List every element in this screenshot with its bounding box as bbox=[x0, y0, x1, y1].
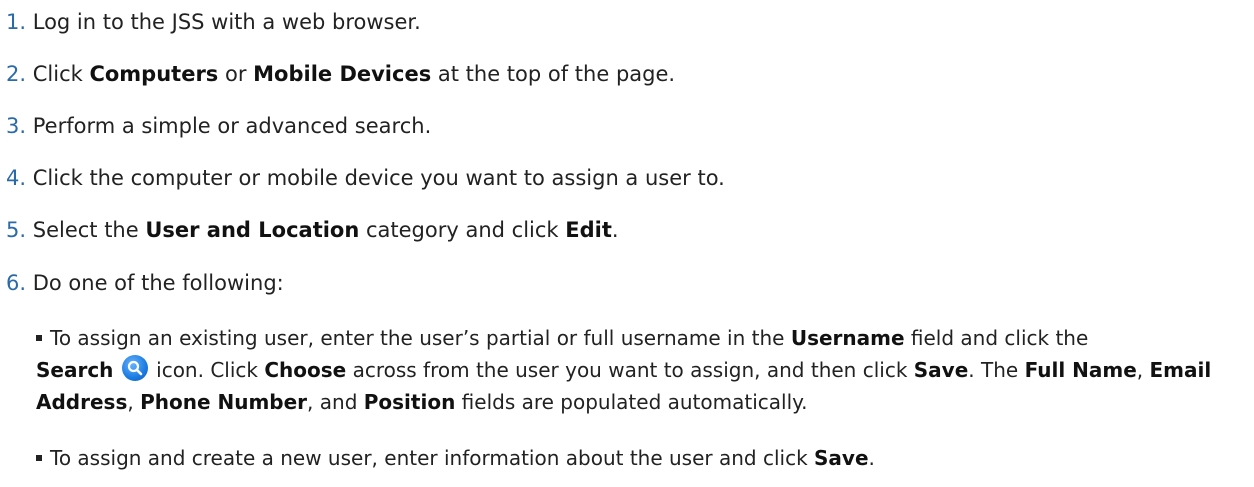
substep-text: . The bbox=[968, 358, 1025, 382]
step-number: 3. bbox=[6, 114, 27, 138]
step-text: Do one of the following: bbox=[32, 271, 284, 295]
substep-new-user: To assign and create a new user, enter i… bbox=[36, 442, 1251, 474]
step-3: 3. Perform a simple or advanced search. bbox=[6, 111, 431, 141]
substep-existing-user: To assign an existing user, enter the us… bbox=[36, 322, 1251, 418]
step-number: 4. bbox=[6, 166, 27, 190]
full-name-term: Full Name bbox=[1024, 358, 1137, 382]
save-term: Save bbox=[913, 358, 969, 382]
step-text: Perform a simple or advanced search. bbox=[32, 114, 432, 138]
substep-text: icon. Click bbox=[149, 358, 265, 382]
square-bullet-icon bbox=[36, 454, 42, 461]
step-text: Click bbox=[32, 62, 90, 86]
computers-term: Computers bbox=[89, 62, 219, 86]
step-text: or bbox=[218, 62, 254, 86]
choose-term: Choose bbox=[264, 358, 347, 382]
substep-text: , bbox=[1136, 358, 1150, 382]
substep-text: , bbox=[127, 390, 141, 414]
square-bullet-icon bbox=[36, 334, 42, 341]
search-icon bbox=[121, 354, 148, 381]
phone-number-term: Phone Number bbox=[140, 390, 308, 414]
username-term: Username bbox=[790, 326, 905, 350]
step-2: 2. Click Computers or Mobile Devices at … bbox=[6, 59, 675, 89]
user-and-location-term: User and Location bbox=[145, 218, 360, 242]
substep-text: field and click the bbox=[904, 326, 1089, 350]
step-text: Click the computer or mobile device you … bbox=[32, 166, 725, 190]
mobile-devices-term: Mobile Devices bbox=[253, 62, 432, 86]
substep-text: To assign an existing user, enter the us… bbox=[50, 326, 791, 350]
substep-text: . bbox=[868, 446, 875, 470]
step-text: category and click bbox=[359, 218, 566, 242]
step-text: at the top of the page. bbox=[431, 62, 676, 86]
edit-term: Edit bbox=[565, 218, 612, 242]
step-number: 1. bbox=[6, 10, 27, 34]
instruction-document: 1. Log in to the JSS with a web browser.… bbox=[0, 0, 1254, 487]
step-text: Select the bbox=[32, 218, 146, 242]
save-term: Save bbox=[814, 446, 869, 470]
substep-text: To assign and create a new user, enter i… bbox=[50, 446, 815, 470]
step-5: 5. Select the User and Location category… bbox=[6, 215, 619, 245]
step-number: 5. bbox=[6, 218, 27, 242]
step-6: 6. Do one of the following: bbox=[6, 268, 284, 298]
step-1: 1. Log in to the JSS with a web browser. bbox=[6, 7, 421, 37]
step-number: 2. bbox=[6, 62, 27, 86]
substep-text: fields are populated automatically. bbox=[455, 390, 808, 414]
step-number: 6. bbox=[6, 271, 27, 295]
substep-text: , and bbox=[307, 390, 364, 414]
step-text: . bbox=[611, 218, 619, 242]
position-term: Position bbox=[363, 390, 456, 414]
step-4: 4. Click the computer or mobile device y… bbox=[6, 163, 725, 193]
search-term: Search bbox=[36, 358, 114, 382]
step-text: Log in to the JSS with a web browser. bbox=[32, 10, 421, 34]
substep-text: across from the user you want to assign,… bbox=[346, 358, 914, 382]
